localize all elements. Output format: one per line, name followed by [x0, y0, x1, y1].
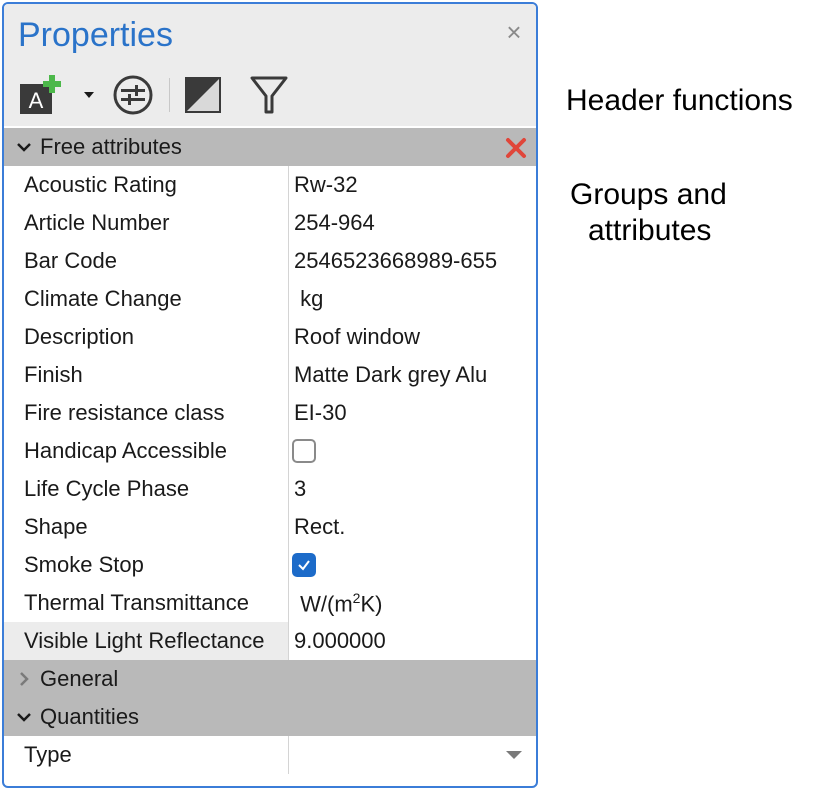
handicap-accessible-checkbox[interactable]: [292, 439, 316, 463]
attribute-value[interactable]: W/(m2K): [294, 590, 382, 617]
attribute-value[interactable]: 2546523668989-655: [294, 248, 497, 274]
attribute-value[interactable]: Rw-32: [294, 172, 358, 198]
attribute-row[interactable]: Life Cycle Phase 3: [4, 470, 536, 508]
attribute-name: Thermal Transmittance: [24, 590, 249, 615]
attribute-name: Article Number: [24, 210, 170, 235]
attribute-row[interactable]: Article Number 254-964: [4, 204, 536, 242]
attribute-name: Finish: [24, 362, 83, 387]
attribute-name: Handicap Accessible: [24, 438, 228, 463]
attribute-value[interactable]: Matte Dark grey Alu: [294, 362, 487, 388]
group-label: General: [40, 666, 119, 691]
attribute-row[interactable]: Handicap Accessible: [4, 432, 536, 470]
attribute-value[interactable]: Roof window: [294, 324, 420, 350]
attribute-row[interactable]: Acoustic Rating Rw-32: [4, 166, 536, 204]
checkmark-icon: [298, 560, 310, 571]
attribute-name: Description: [24, 324, 135, 349]
attribute-value[interactable]: 3: [294, 476, 306, 502]
attribute-row[interactable]: Shape Rect.: [4, 508, 536, 546]
attribute-row[interactable]: Description Roof window: [4, 318, 536, 356]
attribute-row-selected[interactable]: Visible Light Reflectance 9.000000: [4, 622, 536, 660]
attribute-name: Acoustic Rating: [24, 172, 177, 197]
group-header-general[interactable]: General: [4, 660, 536, 698]
svg-text:A: A: [29, 88, 44, 113]
add-attribute-icon[interactable]: A: [18, 74, 64, 116]
attribute-name: Fire resistance class: [24, 400, 225, 425]
group-label: Free attributes: [40, 134, 182, 159]
unit-text-end: K): [360, 591, 383, 617]
dropdown-arrow-icon[interactable]: [506, 751, 522, 759]
attribute-name: Climate Change: [24, 286, 182, 311]
chevron-down-icon[interactable]: [14, 137, 34, 157]
attribute-row[interactable]: Thermal Transmittance W/(m2K): [4, 584, 536, 622]
group-label: Quantities: [40, 704, 140, 729]
dropdown-caret-icon[interactable]: [82, 74, 96, 116]
groups-annotation-line2: attributes: [588, 214, 712, 247]
attribute-name: Visible Light Reflectance: [24, 628, 265, 653]
attribute-value[interactable]: 9.000000: [294, 628, 386, 654]
attribute-name: Bar Code: [24, 248, 117, 273]
attribute-row[interactable]: Climate Change kg: [4, 280, 536, 318]
properties-panel: Properties × A Free attributes Acoustic …: [2, 2, 538, 788]
unit-text: W/(m: [294, 591, 353, 617]
adjust-settings-icon[interactable]: [110, 74, 156, 116]
attribute-row[interactable]: Fire resistance class EI-30: [4, 394, 536, 432]
attribute-value[interactable]: EI-30: [294, 400, 347, 426]
filter-icon[interactable]: [248, 74, 290, 116]
smoke-stop-checkbox[interactable]: [292, 553, 316, 577]
header-toolbar: A: [4, 64, 536, 126]
group-header-free-attributes[interactable]: Free attributes: [4, 128, 536, 166]
attribute-name: Smoke Stop: [24, 552, 144, 577]
attribute-name: Life Cycle Phase: [24, 476, 190, 501]
attribute-value[interactable]: kg: [294, 286, 323, 312]
attribute-row[interactable]: Smoke Stop: [4, 546, 536, 584]
panel-title: Properties: [18, 16, 173, 54]
chevron-down-icon[interactable]: [14, 707, 34, 727]
chevron-right-icon[interactable]: [14, 669, 34, 689]
header-functions-annotation: Header functions: [566, 84, 793, 117]
attribute-row[interactable]: Finish Matte Dark grey Alu: [4, 356, 536, 394]
groups-annotation-line1: Groups and: [570, 178, 727, 211]
attribute-row[interactable]: Type: [4, 736, 536, 774]
close-icon[interactable]: ×: [500, 18, 528, 46]
group-header-quantities[interactable]: Quantities: [4, 698, 536, 736]
attribute-row[interactable]: Bar Code 2546523668989-655: [4, 242, 536, 280]
attribute-name: Shape: [24, 514, 88, 539]
remove-group-icon[interactable]: [504, 136, 528, 160]
attribute-name: Type: [24, 742, 72, 767]
gradient-square-icon[interactable]: [182, 74, 224, 116]
toolbar-separator: [169, 78, 170, 112]
attribute-value[interactable]: 254-964: [294, 210, 375, 236]
attribute-value[interactable]: Rect.: [294, 514, 345, 540]
title-bar: Properties ×: [4, 4, 536, 64]
